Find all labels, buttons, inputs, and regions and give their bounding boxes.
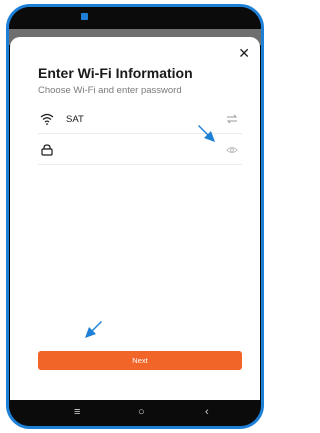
page-title: Enter Wi-Fi Information [38,65,193,81]
back-chevron-icon[interactable]: ‹ [205,406,209,418]
phone-frame: ✕ Enter Wi-Fi Information Choose Wi-Fi a… [6,4,264,429]
wifi-icon [40,113,54,125]
home-circle-icon[interactable]: ○ [138,406,145,418]
notification-icon [81,13,88,20]
password-input[interactable] [64,142,224,158]
wifi-ssid: SAT [66,114,84,125]
lock-icon [41,144,53,156]
page-subtitle: Choose Wi-Fi and enter password [38,85,182,96]
wifi-sheet: ✕ Enter Wi-Fi Information Choose Wi-Fi a… [10,37,260,400]
swap-networks-icon[interactable] [226,114,238,124]
system-nav-bar: ≡ ○ ‹ [9,400,261,426]
status-bar [9,7,261,29]
annotation-arrow-next [85,321,102,338]
close-icon[interactable]: ✕ [238,46,250,60]
annotation-arrow-password [198,125,215,142]
eye-icon[interactable] [226,145,238,155]
menu-icon[interactable]: ≡ [74,406,80,418]
next-button[interactable]: Next [38,351,242,370]
